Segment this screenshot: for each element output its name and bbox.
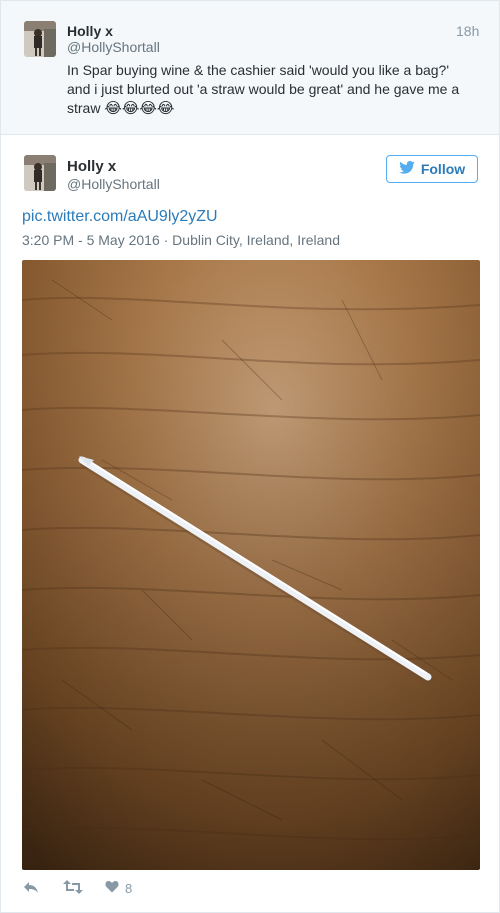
- heart-icon: [105, 880, 119, 896]
- author-handle[interactable]: @HollyShortall: [67, 39, 160, 55]
- reply-button[interactable]: [23, 880, 63, 897]
- tweet-text-line-1: In Spar buying wine & the cashier said '…: [67, 62, 450, 78]
- tweet-text-word: straw: [67, 100, 101, 116]
- twitter-bird-icon: [399, 161, 415, 177]
- follow-label: Follow: [420, 161, 466, 177]
- tweet-meta[interactable]: 3:20 PM - 5 May 2016 · Dublin City, Irel…: [22, 232, 340, 248]
- avatar[interactable]: [24, 155, 56, 191]
- tweet-text-line-2: and i just blurted out 'a straw would be…: [67, 81, 460, 97]
- author-handle[interactable]: @HollyShortall: [67, 176, 160, 192]
- retweet-button[interactable]: [63, 879, 105, 897]
- avatar[interactable]: [24, 21, 56, 57]
- author-name[interactable]: Holly x: [67, 158, 116, 175]
- laughing-emoji: 😂😂😂😂: [104, 100, 175, 117]
- reply-tweet: Holly x @HollyShortall 18h In Spar buyin…: [1, 1, 499, 135]
- like-button[interactable]: 8: [105, 880, 132, 896]
- follow-button[interactable]: Follow: [386, 155, 478, 183]
- like-count: 8: [125, 880, 133, 896]
- tweet-text-line-3: straw 😂😂😂😂: [67, 99, 174, 118]
- retweet-icon: [63, 879, 83, 897]
- tweet-card: Holly x @HollyShortall 18h In Spar buyin…: [0, 0, 500, 913]
- author-name[interactable]: Holly x: [67, 23, 113, 39]
- tweet-actions: 8: [23, 877, 132, 899]
- reply-icon: [23, 880, 39, 897]
- tweet-photo[interactable]: [22, 260, 480, 870]
- timestamp[interactable]: 18h: [456, 23, 479, 39]
- pic-link[interactable]: pic.twitter.com/aAU9ly2yZU: [22, 208, 218, 226]
